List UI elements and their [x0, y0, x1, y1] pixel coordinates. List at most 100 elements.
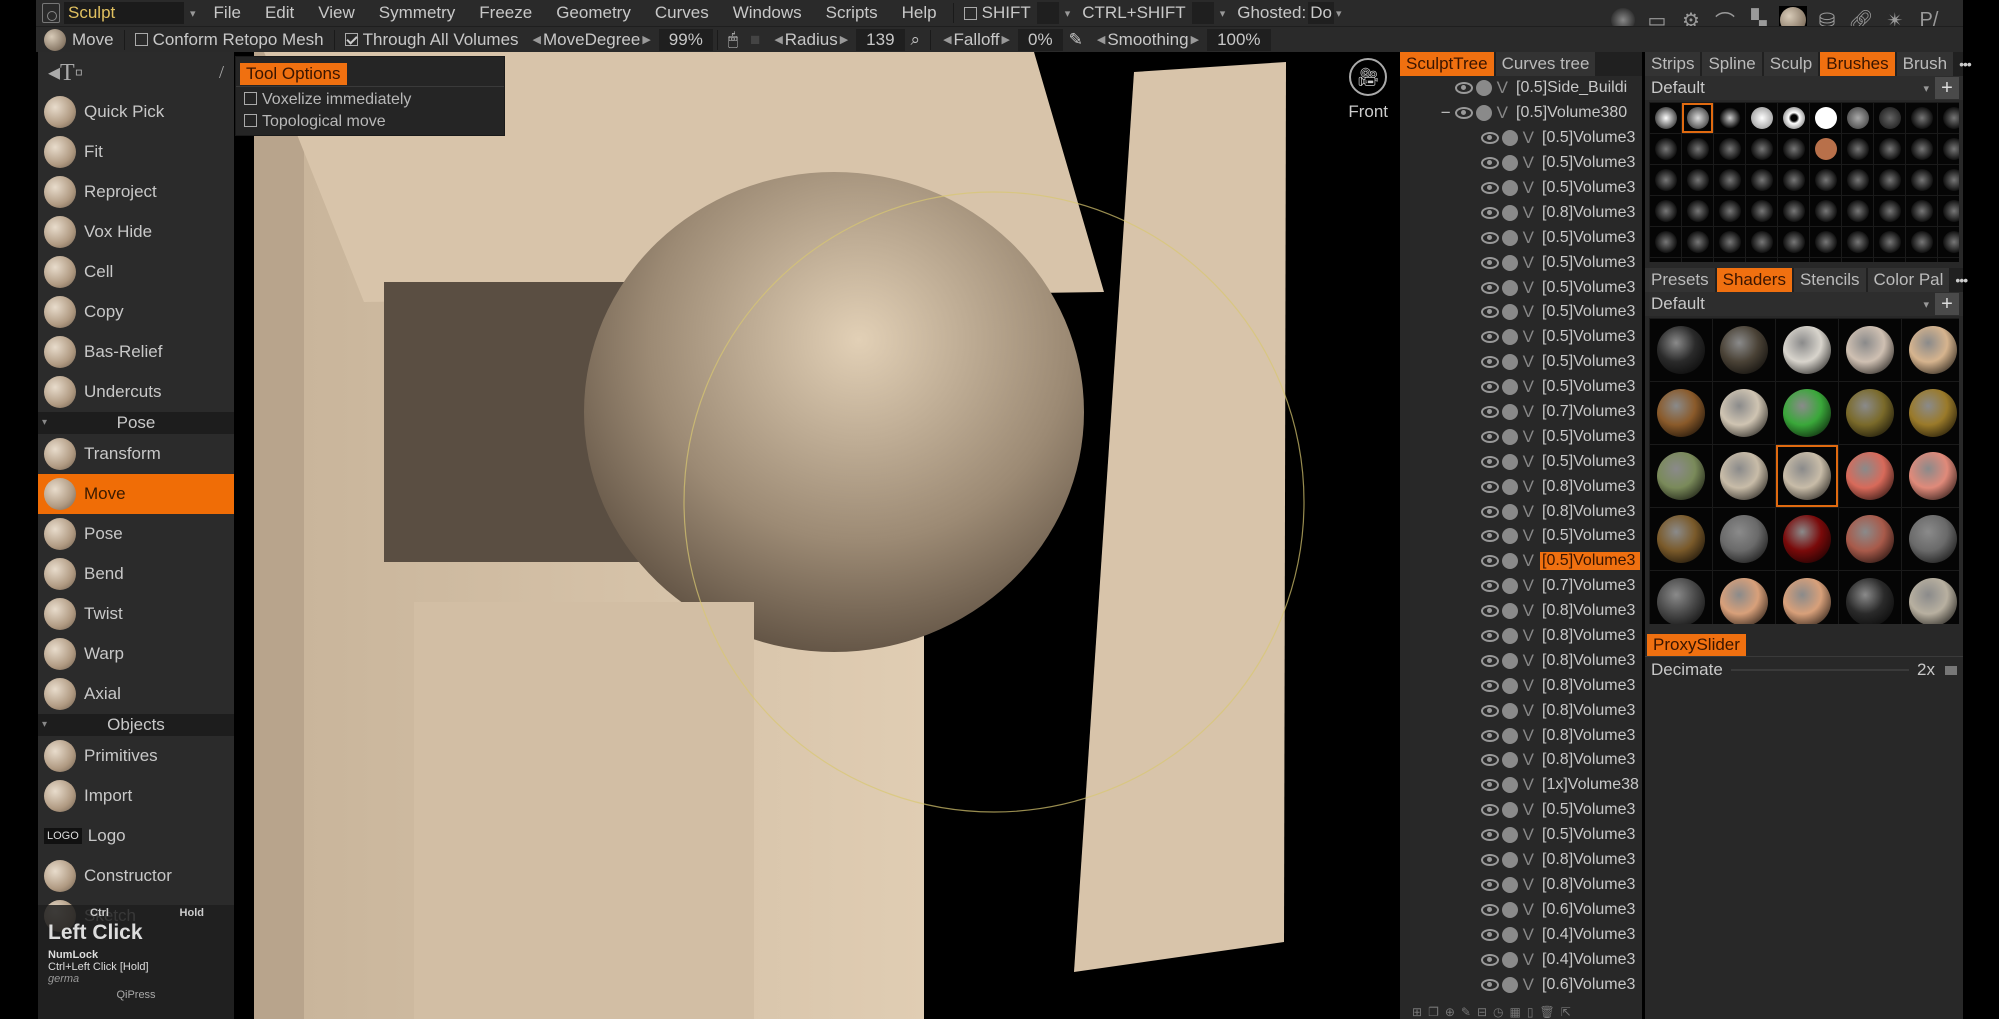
shader-dot-icon[interactable] [1501, 379, 1518, 396]
layer-name[interactable]: [0.8]Volume3 [1540, 627, 1640, 645]
voxel-indicator[interactable]: V [1497, 103, 1508, 123]
shader-dot-icon[interactable] [1501, 652, 1518, 669]
3d-viewport[interactable]: 🎥︎ Front [234, 52, 1400, 1019]
tool-cell[interactable]: Cell [38, 252, 234, 292]
shader-dot-icon[interactable] [1501, 453, 1518, 470]
checkbox[interactable] [244, 92, 257, 105]
more-icon[interactable]: ••• [1959, 56, 1972, 72]
brush-alpha[interactable] [1778, 196, 1809, 226]
shader-dot-icon[interactable] [1501, 628, 1518, 645]
layer-name[interactable]: [0.5]Volume3 [1540, 353, 1640, 371]
shader-dot-icon[interactable] [1501, 478, 1518, 495]
brush-alpha[interactable] [1682, 103, 1713, 133]
tree-row[interactable]: V [0.8]Volume3 [1400, 474, 1642, 499]
brush-alpha[interactable] [1938, 165, 1959, 195]
brush-alpha[interactable] [1778, 103, 1809, 133]
eye-icon[interactable] [1480, 331, 1499, 344]
voxel-indicator[interactable]: V [1523, 651, 1534, 671]
layer-name[interactable]: [0.5]Volume3 [1540, 826, 1640, 844]
chevron-left-icon[interactable]: ◀ [774, 33, 782, 46]
tree-row[interactable]: V [0.5]Volume3 [1400, 424, 1642, 449]
shader-swatch[interactable] [1713, 571, 1775, 624]
shader-dot-icon[interactable] [1501, 951, 1518, 968]
tool-options-title[interactable]: Tool Options [240, 63, 347, 85]
brush-alpha[interactable] [1714, 165, 1745, 195]
brush-alpha[interactable] [1650, 258, 1681, 262]
tree-row[interactable]: V [0.8]Volume3 [1400, 673, 1642, 698]
eye-icon[interactable] [1480, 605, 1499, 618]
menu-freeze[interactable]: Freeze [467, 3, 544, 23]
tab-spline[interactable]: Spline [1702, 52, 1762, 76]
voxel-indicator[interactable]: V [1523, 302, 1534, 322]
voxel-indicator[interactable]: V [1523, 775, 1534, 795]
checkbox[interactable] [244, 114, 257, 127]
tree-row[interactable]: V [0.5]Volume3 [1400, 524, 1642, 549]
menu-symmetry[interactable]: Symmetry [367, 3, 468, 23]
eye-icon[interactable] [1480, 754, 1499, 767]
shift-toggle[interactable]: SHIFT [963, 3, 1031, 23]
voxel-indicator[interactable]: V [1523, 502, 1534, 522]
layer-name[interactable]: [0.8]Volume3 [1540, 652, 1640, 670]
shader-swatch[interactable] [1776, 319, 1838, 381]
eye-icon[interactable] [1480, 455, 1499, 468]
brush-alpha[interactable] [1650, 196, 1681, 226]
menu-geometry[interactable]: Geometry [544, 3, 643, 23]
eye-icon[interactable] [1480, 679, 1499, 692]
eye-icon[interactable] [1454, 107, 1473, 120]
eye-icon[interactable] [1480, 654, 1499, 667]
tree-row[interactable]: V [0.8]Volume3 [1400, 748, 1642, 773]
voxelize-immediately-option[interactable]: Voxelize immediately [236, 89, 504, 111]
eye-icon[interactable] [1480, 157, 1499, 170]
voxel-indicator[interactable]: V [1523, 626, 1534, 646]
eye-icon[interactable] [1480, 779, 1499, 792]
shader-swatch[interactable] [1902, 382, 1959, 444]
brush-alpha[interactable] [1778, 165, 1809, 195]
layer-name[interactable]: [0.8]Volume3 [1540, 876, 1640, 894]
through-all-volumes-toggle[interactable]: Through All Volumes [344, 30, 519, 50]
clock-icon[interactable]: ◷ [1493, 1005, 1503, 1019]
edit-icon[interactable]: ✎ [1461, 1005, 1471, 1019]
layer-name[interactable]: [0.8]Volume3 [1540, 702, 1640, 720]
shader-swatch[interactable] [1902, 445, 1959, 507]
tree-row[interactable]: V [0.5]Volume3 [1400, 798, 1642, 823]
shader-swatch[interactable] [1839, 382, 1901, 444]
shader-swatch[interactable] [1713, 445, 1775, 507]
brush-alpha[interactable] [1714, 227, 1745, 257]
voxel-indicator[interactable]: V [1523, 850, 1534, 870]
tree-row[interactable]: V [0.5]Volume3 [1400, 250, 1642, 275]
tool-twist[interactable]: Twist [38, 594, 234, 634]
brush-alpha[interactable] [1938, 258, 1959, 262]
section-pose[interactable]: Pose [38, 412, 234, 434]
brush-alpha[interactable] [1938, 196, 1959, 226]
tool-undercuts[interactable]: Undercuts [38, 372, 234, 412]
radius-slider[interactable]: ◀ Radius ▶ [772, 30, 850, 50]
brush-alpha[interactable] [1906, 196, 1937, 226]
eye-icon[interactable] [1480, 182, 1499, 194]
brush-alpha[interactable] [1842, 196, 1873, 226]
tool-axial[interactable]: Axial [38, 674, 234, 714]
chevron-down-icon[interactable]: ▾ [1220, 7, 1226, 20]
section-objects[interactable]: Objects [38, 714, 234, 736]
file-icon[interactable]: ▯ [1527, 1005, 1534, 1019]
menu-view[interactable]: View [306, 3, 367, 23]
shader-dot-icon[interactable] [1501, 802, 1518, 819]
camera-widget[interactable]: 🎥︎ Front [1348, 58, 1388, 122]
radius-value[interactable]: 139 [856, 28, 905, 51]
eye-icon[interactable] [1480, 704, 1499, 717]
layer-name[interactable]: [0.5]Side_Buildi [1514, 79, 1638, 97]
shader-preset-select[interactable]: Default ▾ + [1645, 292, 1963, 316]
movedegree-slider[interactable]: ◀ MoveDegree ▶ [531, 30, 653, 50]
layer-name[interactable]: [0.5]Volume3 [1540, 254, 1640, 272]
voxel-indicator[interactable]: V [1523, 676, 1534, 696]
shader-swatch[interactable] [1713, 508, 1775, 570]
voxel-indicator[interactable]: V [1523, 377, 1534, 397]
shader-swatch[interactable] [1776, 445, 1838, 507]
tree-row[interactable]: V [0.8]Volume3 [1400, 873, 1642, 898]
shader-dot-icon[interactable] [1501, 702, 1518, 719]
layer-name[interactable]: [0.5]Volume3 [1540, 279, 1640, 297]
voxel-indicator[interactable]: V [1523, 178, 1534, 198]
eye-icon[interactable] [1480, 804, 1499, 817]
trash-icon[interactable]: 🗑︎ [1539, 1005, 1554, 1019]
tree-row[interactable]: V [0.6]Volume3 [1400, 972, 1642, 997]
voxel-indicator[interactable]: V [1523, 228, 1534, 248]
